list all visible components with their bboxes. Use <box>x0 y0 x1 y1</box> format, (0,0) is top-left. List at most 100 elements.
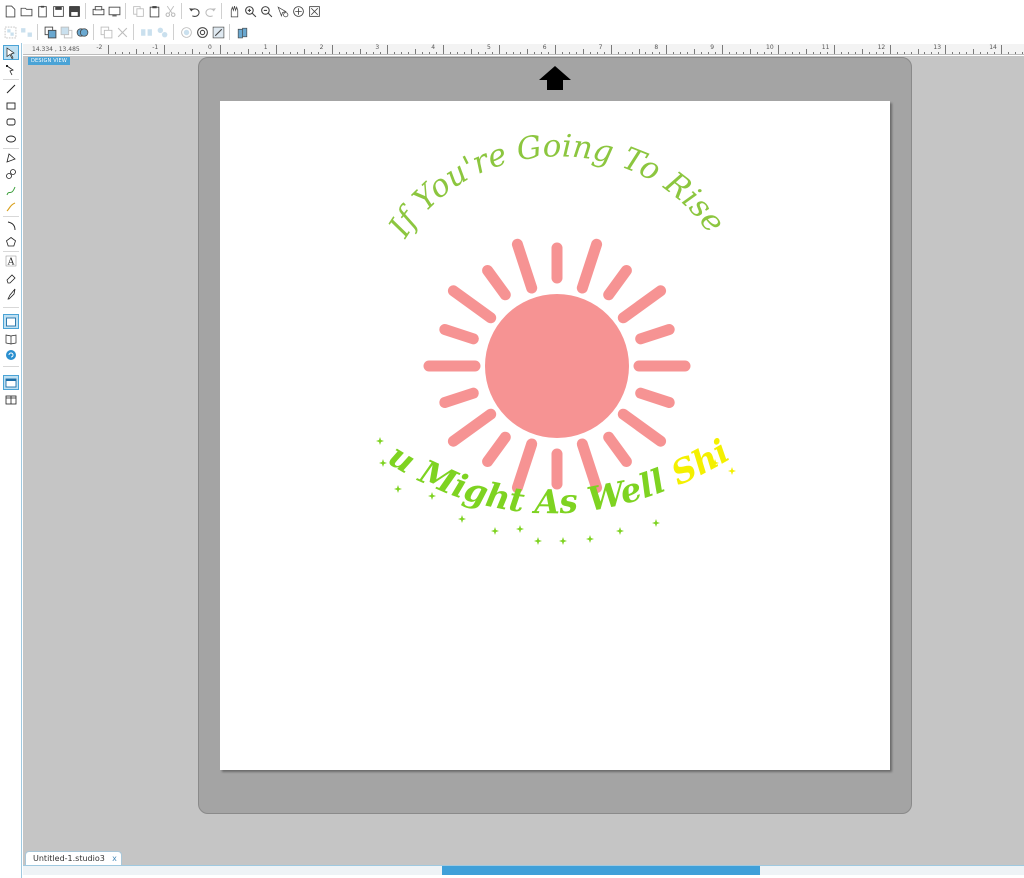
print-cut-icon[interactable] <box>107 4 122 19</box>
align-icon[interactable] <box>115 25 130 40</box>
tool-separator <box>3 148 19 149</box>
rectangle-tool-icon[interactable] <box>3 98 19 113</box>
zoom-in-icon[interactable] <box>243 4 258 19</box>
split-view-icon[interactable] <box>3 392 19 407</box>
select-tool-icon[interactable] <box>3 45 19 60</box>
ruler-minor-tick <box>1008 52 1010 54</box>
undo-icon[interactable] <box>187 4 202 19</box>
ruler-minor-tick <box>268 52 270 54</box>
trace-icon[interactable] <box>195 25 210 40</box>
text-tool-icon[interactable]: A <box>3 253 19 268</box>
sun-design-artwork[interactable]: If You're Going To Rise You Might As Wel… <box>220 101 890 770</box>
cut-icon[interactable] <box>163 4 178 19</box>
ruler-minor-tick <box>129 52 131 54</box>
ruler-minor-tick <box>157 52 159 54</box>
layers-icon[interactable] <box>235 25 250 40</box>
fit-page-icon[interactable] <box>307 4 322 19</box>
sun-ray <box>482 431 511 467</box>
curve-tool-icon[interactable] <box>3 166 19 181</box>
toolbar-separator <box>125 3 129 19</box>
ruler-minor-tick <box>917 49 919 54</box>
new-file-icon[interactable] <box>3 4 18 19</box>
ruler-minor-tick <box>994 52 996 54</box>
sparkle <box>376 437 384 445</box>
offset-icon[interactable] <box>179 25 194 40</box>
bring-front-icon[interactable] <box>43 25 58 40</box>
group-icon[interactable] <box>3 25 18 40</box>
ruler-minor-tick <box>282 52 284 54</box>
polygon-tool-icon[interactable] <box>3 150 19 165</box>
sun-ray <box>603 431 632 467</box>
page-setup-icon[interactable] <box>3 314 19 329</box>
ruler-major-tick <box>275 45 277 54</box>
ellipse-tool-icon[interactable] <box>3 131 19 146</box>
sun-circle[interactable] <box>485 294 629 438</box>
ruler-minor-tick <box>771 52 773 54</box>
ruler-minor-tick <box>575 52 577 54</box>
knife-icon[interactable] <box>211 25 226 40</box>
rounded-rect-icon[interactable] <box>3 114 19 129</box>
line-tool-icon[interactable] <box>3 81 19 96</box>
pan-hand-icon[interactable] <box>291 4 306 19</box>
zoom-out-icon[interactable] <box>259 4 274 19</box>
toolbar-separator <box>37 24 41 40</box>
ruler-minor-tick <box>617 52 619 54</box>
clipboard-icon[interactable] <box>35 4 50 19</box>
paste-icon[interactable] <box>147 4 162 19</box>
send-back-icon[interactable] <box>59 25 74 40</box>
sparkle <box>559 537 567 545</box>
document-tab[interactable]: Untitled-1.studio3 x <box>25 851 122 865</box>
arc-tool-icon[interactable] <box>3 218 19 233</box>
open-file-icon[interactable] <box>19 4 34 19</box>
ruler-minor-tick <box>408 52 410 54</box>
ruler-minor-tick <box>143 52 145 54</box>
sun-ray <box>439 324 479 345</box>
ruler-minor-tick <box>847 52 849 54</box>
distribute-icon[interactable] <box>139 25 154 40</box>
smooth-freehand-icon[interactable] <box>3 199 19 214</box>
ruler-minor-tick <box>247 49 249 54</box>
feed-direction-arrow-icon <box>539 66 571 90</box>
ruler-minor-tick <box>115 52 117 54</box>
ruler-major-tick <box>220 45 221 54</box>
coordinate-readout: 14.334 , 13.485 <box>30 46 82 53</box>
ruler-minor-tick <box>136 49 138 54</box>
edit-points-icon[interactable] <box>3 62 19 77</box>
print-icon[interactable] <box>91 4 106 19</box>
save-as-icon[interactable] <box>67 4 82 19</box>
ruler-minor-tick <box>589 52 591 54</box>
ungroup-icon[interactable] <box>19 25 34 40</box>
library-icon[interactable] <box>3 331 19 346</box>
pan-icon[interactable] <box>227 4 242 19</box>
ruler-minor-tick <box>638 49 640 54</box>
ruler-minor-tick <box>673 52 675 54</box>
ruler-minor-tick <box>910 52 912 54</box>
knife-tool-icon[interactable] <box>3 286 19 301</box>
store-icon[interactable] <box>3 347 19 362</box>
close-tab-icon[interactable]: x <box>112 852 117 865</box>
replicate-icon[interactable] <box>155 25 170 40</box>
save-icon[interactable] <box>51 4 66 19</box>
design-view-icon[interactable] <box>3 375 19 390</box>
ruler-minor-tick <box>415 49 417 54</box>
zoom-select-icon[interactable] <box>275 4 290 19</box>
ruler-minor-tick <box>359 49 361 54</box>
copy-icon[interactable] <box>131 4 146 19</box>
sparkle <box>394 485 402 493</box>
regular-polygon-icon[interactable] <box>3 234 19 249</box>
freehand-tool-icon[interactable] <box>3 183 19 198</box>
ruler-major-tick <box>666 45 668 54</box>
ruler-minor-tick <box>757 52 759 54</box>
redo-icon[interactable] <box>203 4 218 19</box>
ruler-minor-tick <box>345 52 347 54</box>
ruler-minor-tick <box>750 49 752 54</box>
ruler-minor-tick <box>659 52 661 54</box>
eraser-tool-icon[interactable] <box>3 270 19 285</box>
ruler-minor-tick <box>561 52 563 54</box>
top-curved-text[interactable]: If You're Going To Rise <box>381 128 732 244</box>
horizontal-scrollbar-thumb[interactable] <box>442 866 760 875</box>
weld-icon[interactable] <box>75 25 90 40</box>
tool-separator <box>3 307 19 308</box>
ruler-minor-tick <box>150 52 152 54</box>
delete-icon[interactable] <box>99 25 114 40</box>
